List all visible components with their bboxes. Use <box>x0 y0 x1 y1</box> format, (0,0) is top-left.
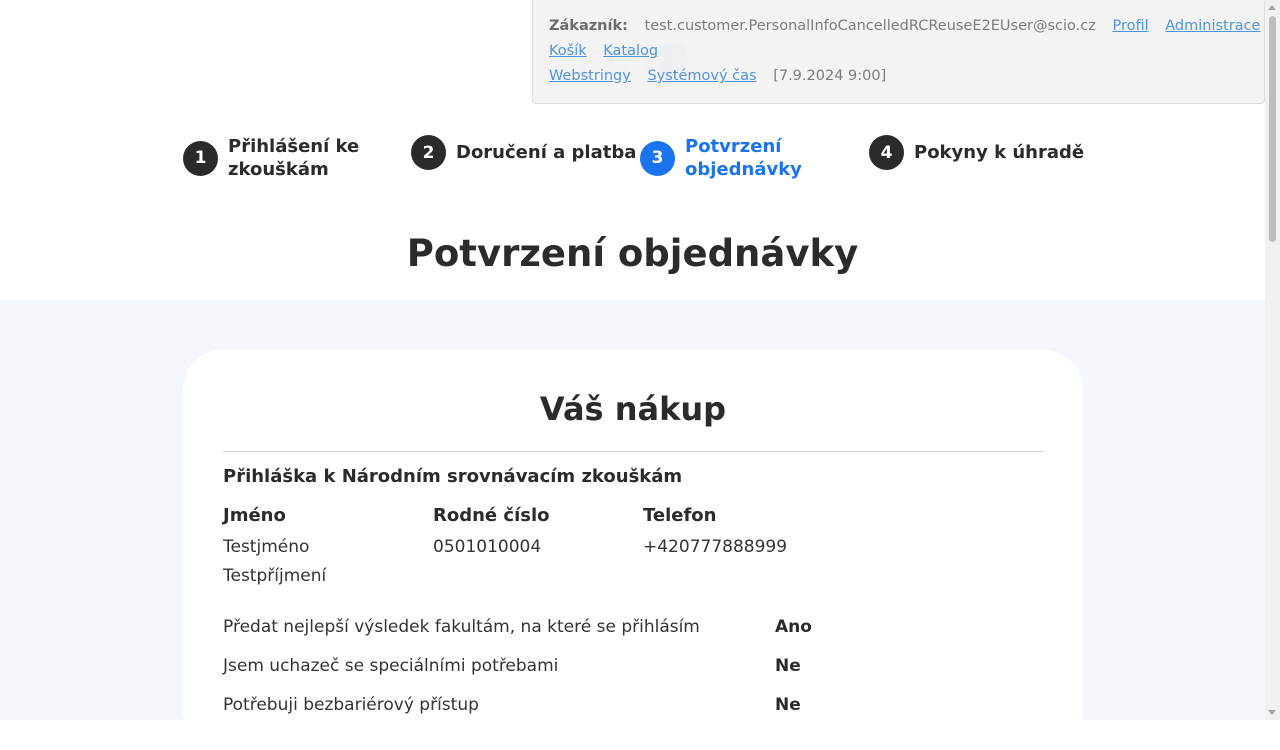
option-answer: Ne <box>775 656 801 676</box>
step-label: Přihlášení ke zkouškám <box>228 136 360 180</box>
step-1: 1 Přihlášení ke zkouškám <box>183 135 383 181</box>
scroll-down-icon[interactable] <box>1268 710 1276 715</box>
page-title: Potvrzení objednávky <box>406 232 859 275</box>
option-question: Jsem uchazeč se speciálními potřebami <box>223 656 559 676</box>
step-label: Pokyny k úhradě <box>914 142 1085 163</box>
vertical-scrollbar[interactable] <box>1265 0 1280 720</box>
admin-tools-line: Webstringy Systémový čas [7.9.2024 9:00] <box>549 68 886 84</box>
option-answer: Ne <box>775 695 801 715</box>
admin-panel: Zákazník: test.customer.PersonalInfoCanc… <box>532 0 1265 104</box>
card-title: Váš nákup <box>539 390 727 428</box>
option-question: Potřebuji bezbariérový přístup <box>223 695 479 715</box>
birth-number-value: 0501010004 <box>433 537 542 557</box>
step-label: Potvrzení objednávky <box>685 136 802 180</box>
step-number: 2 <box>411 135 446 170</box>
phone-header: Telefon <box>643 505 717 526</box>
customer-email: test.customer.PersonalInfoCancelledRCReu… <box>644 18 1096 34</box>
order-steps: 1 Přihlášení ke zkouškám 2 Doručení a pl… <box>183 135 1100 185</box>
option-question: Předat nejlepší výsledek fakultám, na kt… <box>223 617 700 637</box>
step-number: 3 <box>640 140 675 176</box>
birth-number-column: Rodné číslo 0501010004 <box>433 505 633 562</box>
phone-value: +420777888999 <box>643 537 788 557</box>
step-3: 3 Potvrzení objednávky <box>640 135 815 181</box>
option-answer: Ano <box>775 617 812 637</box>
katalog-link[interactable]: Katalog <box>603 43 658 59</box>
system-time: [7.9.2024 9:00] <box>773 68 887 84</box>
scrollbar-thumb[interactable] <box>1269 16 1276 242</box>
section-title: Přihláška k Národním srovnávacím zkoušká… <box>223 466 683 487</box>
customer-label: Zákazník: <box>549 18 628 34</box>
phone-column: Telefon +420777888999 <box>643 505 843 562</box>
admin-nav-line: Košík Katalog <box>549 43 670 59</box>
systemovy-cas-link[interactable]: Systémový čas <box>647 68 756 84</box>
birth-number-header: Rodné číslo <box>433 505 550 526</box>
name-column: Jméno Testjméno Testpříjmení <box>223 505 353 591</box>
scroll-up-icon[interactable] <box>1268 5 1276 10</box>
admin-customer-line: Zákazník: test.customer.PersonalInfoCanc… <box>549 18 1272 34</box>
divider <box>223 451 1043 452</box>
name-header: Jméno <box>223 505 286 526</box>
step-number: 1 <box>183 140 218 176</box>
webstringy-link[interactable]: Webstringy <box>549 68 631 84</box>
step-label: Doručení a platba <box>456 142 637 163</box>
kosik-link[interactable]: Košík <box>549 43 587 59</box>
name-value: Testjméno Testpříjmení <box>223 537 327 586</box>
step-2: 2 Doručení a platba <box>411 135 636 170</box>
step-4: 4 Pokyny k úhradě <box>869 135 1084 170</box>
profil-link[interactable]: Profil <box>1112 18 1148 34</box>
administrace-link[interactable]: Administrace <box>1165 18 1260 34</box>
step-number: 4 <box>869 135 904 170</box>
